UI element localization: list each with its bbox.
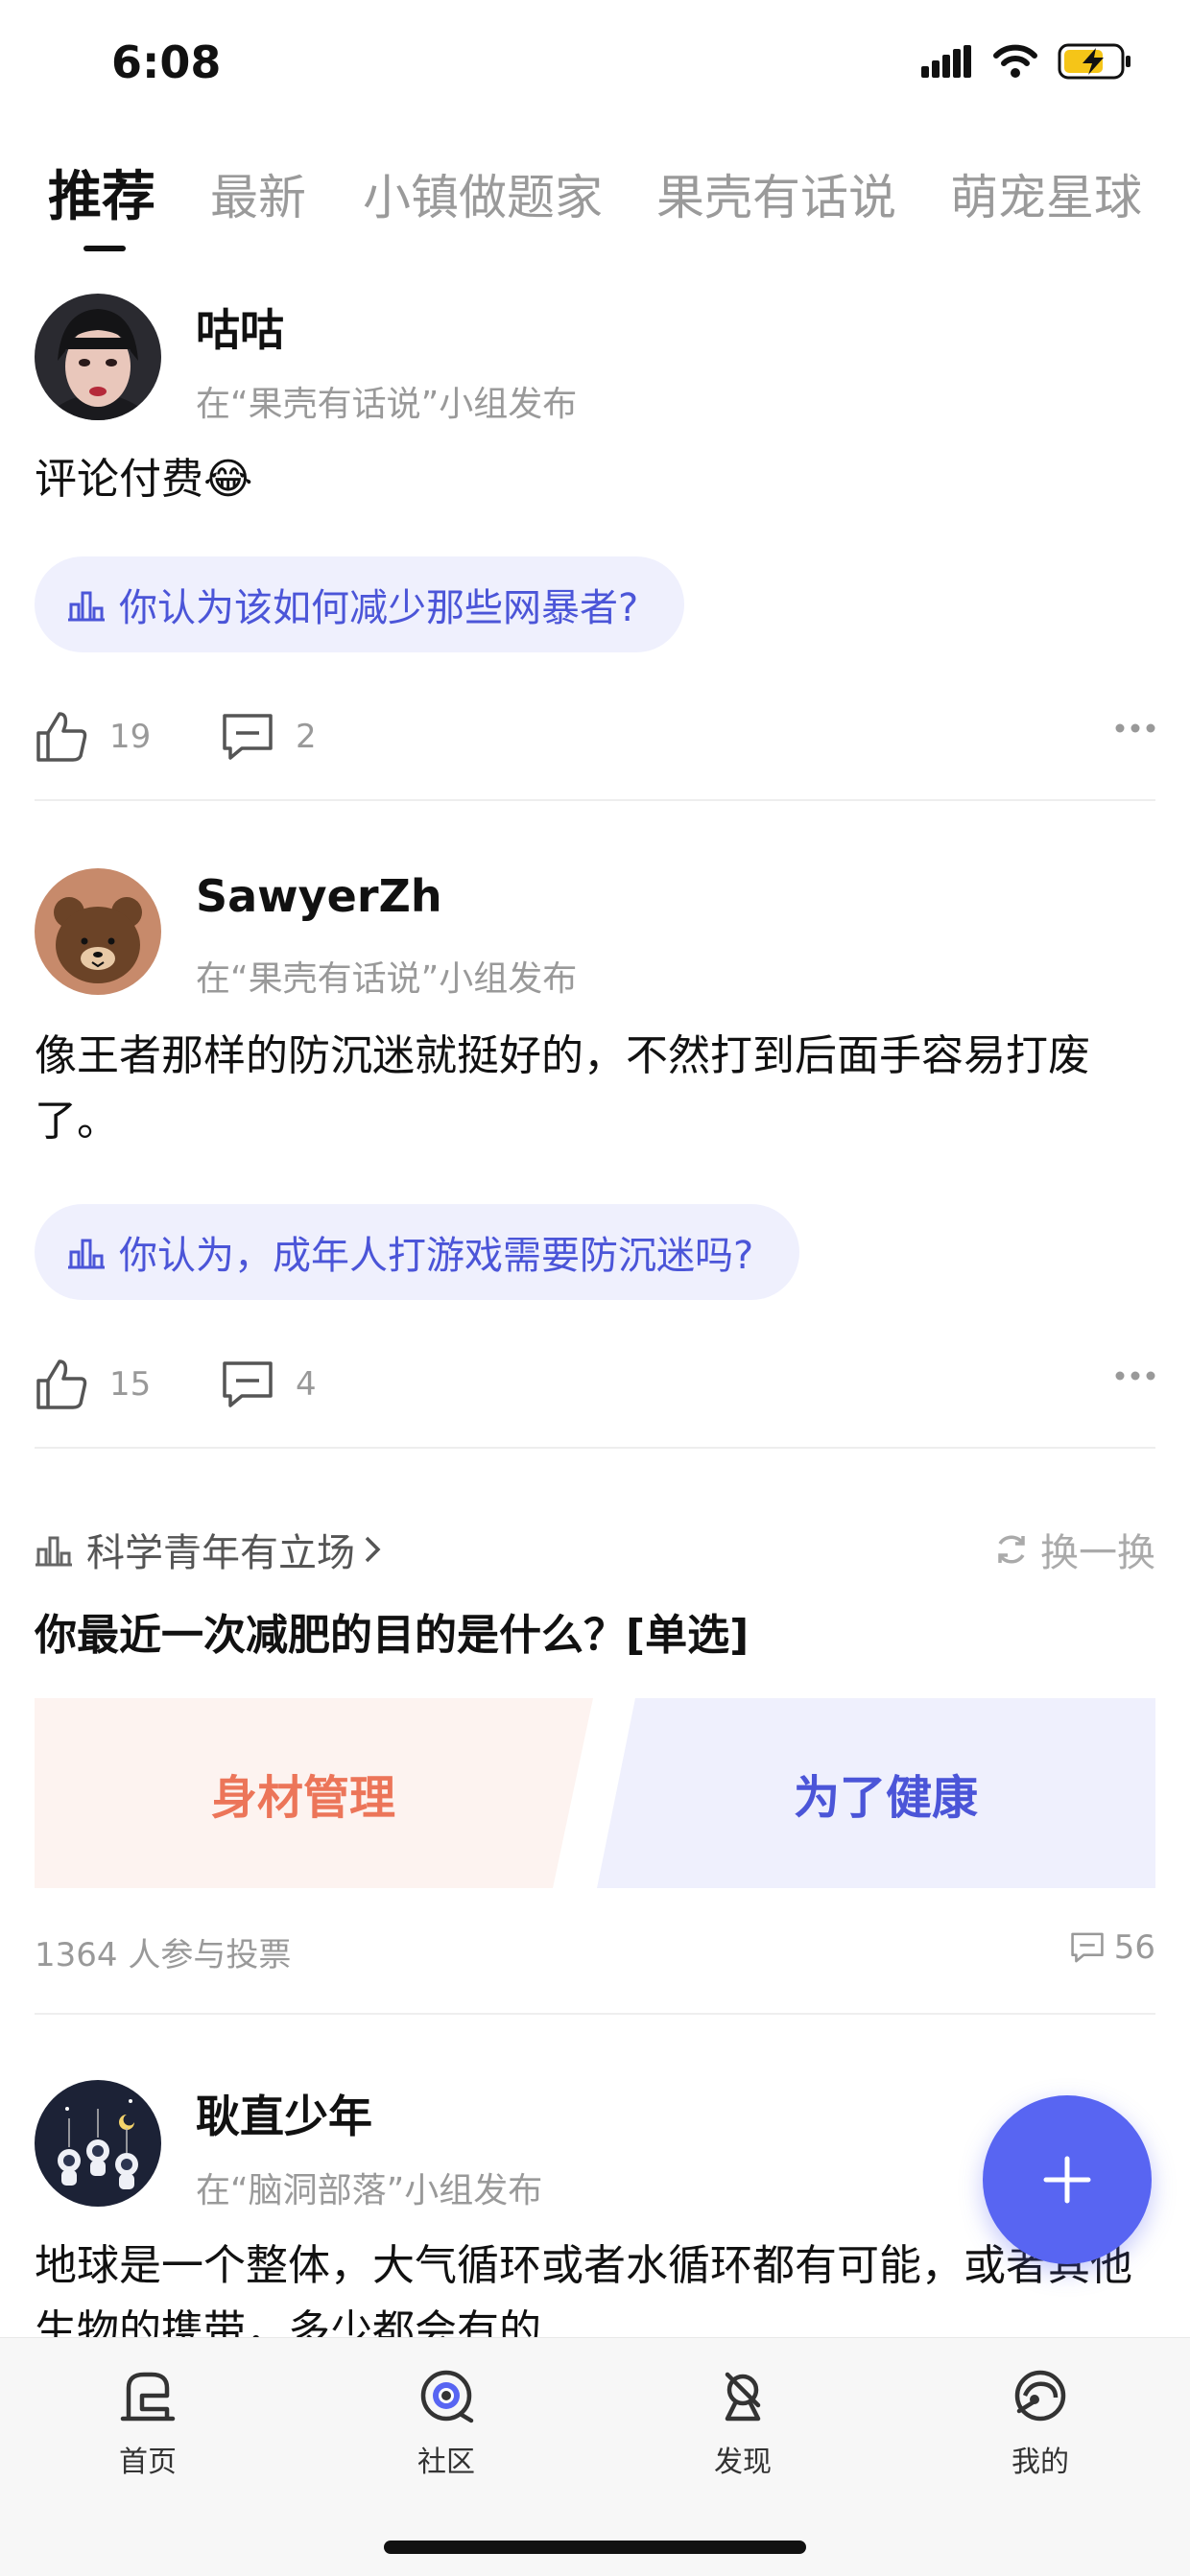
poll-participants: 1364 人参与投票 xyxy=(35,1936,292,1974)
post-actions: 15 4 xyxy=(35,1358,1155,1415)
more-icon[interactable] xyxy=(1115,723,1155,733)
avatar[interactable] xyxy=(35,294,161,420)
thumbs-up-icon xyxy=(36,712,87,762)
like-button[interactable]: 15 xyxy=(35,1358,151,1411)
topic-pill[interactable]: 你认为该如何减少那些网暴者? xyxy=(35,556,685,652)
group-source[interactable]: 在“果壳有话说”小组发布 xyxy=(196,951,577,1001)
post-actions: 19 2 xyxy=(35,710,1155,768)
nav-label: 首页 xyxy=(119,2446,177,2479)
comment-count: 4 xyxy=(296,1365,317,1404)
avatar[interactable] xyxy=(35,868,161,995)
author-name[interactable]: SawyerZh xyxy=(196,870,442,922)
post-text[interactable]: 地球是一个整体，大气循环或者水循环都有可能，或者其他生物的携带，多少都会有的 xyxy=(35,2233,1152,2337)
wifi-icon xyxy=(993,44,1037,78)
poll-option-body-management[interactable]: 身材管理 xyxy=(35,1698,572,1888)
poll-options: 身材管理 为了健康 xyxy=(35,1698,1155,1888)
poll-group-link[interactable]: 科学青年有立场 xyxy=(35,1522,384,1577)
comment-icon xyxy=(1071,1932,1104,1963)
comment-button[interactable]: 4 xyxy=(221,1358,317,1411)
signal-icon xyxy=(921,45,971,78)
home-indicator xyxy=(384,2541,806,2554)
topic-text: 你认为，成年人打游戏需要防沉迷吗? xyxy=(119,1234,754,1278)
post-text[interactable]: 像王者那样的防沉迷就挺好的，不然打到后面手容易打废了。 xyxy=(35,1024,1152,1154)
battery-charging-icon xyxy=(1058,43,1130,80)
category-tabs: 推荐 最新 小镇做题家 果壳有话说 萌宠星球 xyxy=(0,144,1190,259)
discover-icon xyxy=(725,2372,761,2422)
like-count: 15 xyxy=(109,1365,152,1404)
nav-item-home[interactable]: 首页 xyxy=(71,2367,225,2480)
comment-count: 2 xyxy=(296,718,317,756)
more-icon[interactable] xyxy=(1115,1371,1155,1381)
like-count: 19 xyxy=(109,718,152,756)
avatar[interactable] xyxy=(35,2080,161,2207)
chevron-right-icon xyxy=(365,1536,381,1563)
home-icon xyxy=(120,2372,176,2422)
tab-guokr-talk[interactable]: 果壳有话说 xyxy=(656,159,896,228)
comment-button[interactable]: 2 xyxy=(221,710,317,764)
topic-text: 你认为该如何减少那些网暴者? xyxy=(119,586,639,630)
bar-chart-icon xyxy=(36,1536,72,1567)
swap-label: 换一换 xyxy=(1040,1531,1155,1575)
nav-item-community[interactable]: 社区 xyxy=(369,2367,523,2480)
like-button[interactable]: 19 xyxy=(35,710,151,764)
poll-option-health[interactable]: 为了健康 xyxy=(616,1698,1155,1888)
tab-recommend[interactable]: 推荐 xyxy=(48,154,155,231)
tab-exam-group[interactable]: 小镇做题家 xyxy=(363,159,603,228)
author-name[interactable]: 咕咕 xyxy=(196,295,284,359)
status-bar: 6:08 xyxy=(0,0,1190,125)
poll-card: 科学青年有立场 换一换 你最近一次减肥的目的是什么？[单选] 身材管理 为了健康… xyxy=(0,1449,1190,2015)
comment-icon xyxy=(223,1361,273,1407)
comment-icon xyxy=(223,714,273,760)
nav-label: 我的 xyxy=(1012,2446,1069,2479)
thumbs-up-icon xyxy=(36,1359,87,1409)
poll-group-name: 科学青年有立场 xyxy=(86,1531,355,1575)
group-source[interactable]: 在“果壳有话说”小组发布 xyxy=(196,376,577,426)
bar-chart-icon xyxy=(68,591,105,622)
poll-comment-count: 56 xyxy=(1113,1928,1155,1967)
profile-icon xyxy=(1014,2370,1066,2422)
post-card[interactable]: SawyerZh 在“果壳有话说”小组发布 像王者那样的防沉迷就挺好的，不然打到… xyxy=(0,801,1190,1449)
create-post-button[interactable] xyxy=(983,2095,1152,2264)
nav-label: 社区 xyxy=(417,2446,475,2479)
post-card[interactable]: 咕咕 在“果壳有话说”小组发布 评论付费😂 你认为该如何减少那些网暴者? 19 … xyxy=(0,278,1190,801)
nav-item-discover[interactable]: 发现 xyxy=(666,2367,820,2480)
topic-pill[interactable]: 你认为，成年人打游戏需要防沉迷吗? xyxy=(35,1204,800,1300)
nav-label: 发现 xyxy=(714,2446,772,2479)
poll-comment-button[interactable]: 56 xyxy=(1070,1928,1155,1967)
status-time: 6:08 xyxy=(111,36,222,88)
tab-pet-planet[interactable]: 萌宠星球 xyxy=(950,159,1142,228)
author-name[interactable]: 耿直少年 xyxy=(196,2082,372,2145)
tab-latest[interactable]: 最新 xyxy=(210,159,306,228)
plus-icon xyxy=(1043,2156,1091,2204)
tab-active-indicator xyxy=(83,246,126,251)
nav-item-profile[interactable]: 我的 xyxy=(964,2367,1117,2480)
bar-chart-icon xyxy=(68,1239,105,1269)
post-text[interactable]: 评论付费😂 xyxy=(35,447,1152,512)
refresh-icon xyxy=(998,1535,1025,1564)
status-icons xyxy=(921,42,1132,81)
swap-button[interactable]: 换一换 xyxy=(992,1522,1155,1577)
group-source[interactable]: 在“脑洞部落”小组发布 xyxy=(196,2162,542,2212)
community-icon xyxy=(420,2370,474,2423)
poll-question: 你最近一次减肥的目的是什么？[单选] xyxy=(35,1611,750,1660)
